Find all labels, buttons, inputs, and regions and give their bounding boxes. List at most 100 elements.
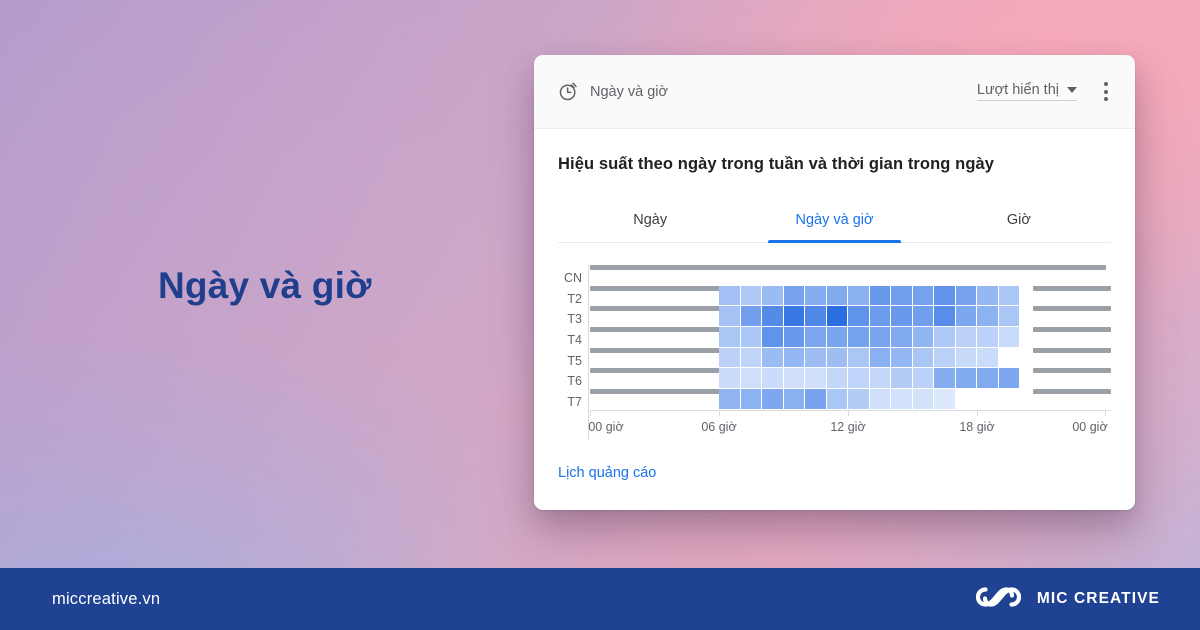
heatmap-cell[interactable]: [848, 347, 870, 369]
heatmap-cell[interactable]: [998, 368, 1020, 390]
heatmap-cell[interactable]: [805, 327, 827, 348]
heatmap-row: [590, 265, 1111, 286]
heatmap-cell[interactable]: [977, 327, 999, 348]
heatmap-cell[interactable]: [955, 347, 977, 369]
metric-select[interactable]: Lượt hiển thị: [976, 82, 1077, 101]
heatmap-cell[interactable]: [912, 306, 934, 328]
heatmap-cell[interactable]: [762, 327, 784, 348]
heatmap-cell[interactable]: [826, 327, 848, 348]
heatmap-cell[interactable]: [805, 368, 827, 390]
heatmap-cell[interactable]: [998, 389, 1020, 410]
heatmap-cell[interactable]: [805, 285, 827, 307]
heatmap-cell[interactable]: [740, 285, 762, 307]
heatmap-cell[interactable]: [805, 347, 827, 369]
heatmap-cell[interactable]: [826, 306, 848, 328]
heatmap-cell[interactable]: [891, 347, 913, 369]
heatmap-cell[interactable]: [783, 368, 805, 390]
clock-icon: [558, 81, 579, 102]
heatmap-cell[interactable]: [934, 327, 956, 348]
heatmap-cell[interactable]: [934, 389, 956, 410]
heatmap-cell[interactable]: [783, 389, 805, 410]
heatmap-cell-row: [719, 285, 1020, 307]
heatmap-cell[interactable]: [912, 347, 934, 369]
heatmap-cell[interactable]: [762, 306, 784, 328]
heatmap-cell[interactable]: [848, 368, 870, 390]
heatmap-cell[interactable]: [740, 327, 762, 348]
heatmap-cell[interactable]: [719, 368, 741, 390]
heatmap-cell[interactable]: [934, 368, 956, 390]
heatmap-cell[interactable]: [783, 347, 805, 369]
heatmap-cell[interactable]: [998, 306, 1020, 328]
heatmap-cell[interactable]: [977, 368, 999, 390]
heatmap-cell[interactable]: [891, 327, 913, 348]
heatmap-no-data-bar: [590, 306, 728, 312]
heatmap-cell[interactable]: [740, 389, 762, 410]
heatmap-cell[interactable]: [869, 327, 891, 348]
heatmap-cell[interactable]: [805, 389, 827, 410]
heatmap-cell[interactable]: [719, 285, 741, 307]
heatmap-cell[interactable]: [977, 285, 999, 307]
heatmap-cell[interactable]: [934, 347, 956, 369]
heatmap-cell[interactable]: [762, 389, 784, 410]
heatmap-cell[interactable]: [848, 306, 870, 328]
heatmap-cell[interactable]: [891, 285, 913, 307]
heatmap-cell[interactable]: [977, 347, 999, 369]
heatmap-cell[interactable]: [998, 327, 1020, 348]
ad-schedule-link[interactable]: Lịch quảng cáo: [558, 465, 656, 481]
heatmap-cell[interactable]: [826, 389, 848, 410]
heatmap-cell[interactable]: [740, 306, 762, 328]
heatmap-cell[interactable]: [955, 327, 977, 348]
heatmap-cell[interactable]: [740, 347, 762, 369]
heatmap-cell[interactable]: [762, 368, 784, 390]
heatmap-cell[interactable]: [869, 306, 891, 328]
heatmap-cell[interactable]: [912, 285, 934, 307]
heatmap-cell[interactable]: [848, 327, 870, 348]
heatmap-cell[interactable]: [912, 368, 934, 390]
heatmap-cell[interactable]: [762, 347, 784, 369]
heatmap-cell[interactable]: [719, 306, 741, 328]
tab-ngay[interactable]: Ngày: [558, 200, 742, 242]
heatmap-cell[interactable]: [977, 306, 999, 328]
heatmap-cell[interactable]: [998, 347, 1020, 369]
heatmap-cell[interactable]: [719, 347, 741, 369]
heatmap-cell[interactable]: [783, 306, 805, 328]
heatmap-cell[interactable]: [955, 306, 977, 328]
heatmap-cell[interactable]: [719, 389, 741, 410]
heatmap-cell[interactable]: [955, 389, 977, 410]
tab-ngay-va-gio[interactable]: Ngày và giờ: [742, 200, 926, 243]
heatmap-cell[interactable]: [977, 389, 999, 410]
heatmap-cell[interactable]: [783, 327, 805, 348]
heatmap-x-label: 12 giờ: [830, 419, 866, 434]
heatmap-cell[interactable]: [783, 285, 805, 307]
heatmap-cell[interactable]: [891, 368, 913, 390]
heatmap-cell[interactable]: [891, 389, 913, 410]
heatmap-cell[interactable]: [934, 285, 956, 307]
heatmap-cell[interactable]: [869, 285, 891, 307]
kebab-menu-icon[interactable]: [1099, 78, 1113, 105]
heatmap-cell[interactable]: [826, 368, 848, 390]
heatmap-cell[interactable]: [740, 368, 762, 390]
heatmap-no-data-bar: [590, 389, 728, 395]
heatmap-cell[interactable]: [848, 389, 870, 410]
heatmap-cell[interactable]: [848, 285, 870, 307]
heatmap-cell[interactable]: [762, 285, 784, 307]
heatmap-no-data-bar: [1032, 306, 1111, 312]
heatmap-cell[interactable]: [891, 306, 913, 328]
heatmap-plot-area: 00 giờ 06 giờ 12 giờ 18 giờ 00 giờ: [588, 265, 1111, 440]
heatmap-cell[interactable]: [719, 327, 741, 348]
heatmap-cell[interactable]: [869, 347, 891, 369]
heatmap-x-axis-line: [590, 409, 1111, 418]
heatmap-cell[interactable]: [826, 285, 848, 307]
heatmap-cell[interactable]: [826, 347, 848, 369]
heatmap-cell[interactable]: [869, 389, 891, 410]
heatmap-cell[interactable]: [955, 285, 977, 307]
heatmap-cell[interactable]: [934, 306, 956, 328]
heatmap-cell[interactable]: [869, 368, 891, 390]
heatmap-cell[interactable]: [912, 327, 934, 348]
heatmap-cell[interactable]: [998, 285, 1020, 307]
heatmap-cell[interactable]: [805, 306, 827, 328]
heatmap-cell[interactable]: [955, 368, 977, 390]
heatmap-y-label: T5: [567, 353, 582, 368]
heatmap-cell[interactable]: [912, 389, 934, 410]
tab-gio[interactable]: Giờ: [927, 200, 1111, 242]
